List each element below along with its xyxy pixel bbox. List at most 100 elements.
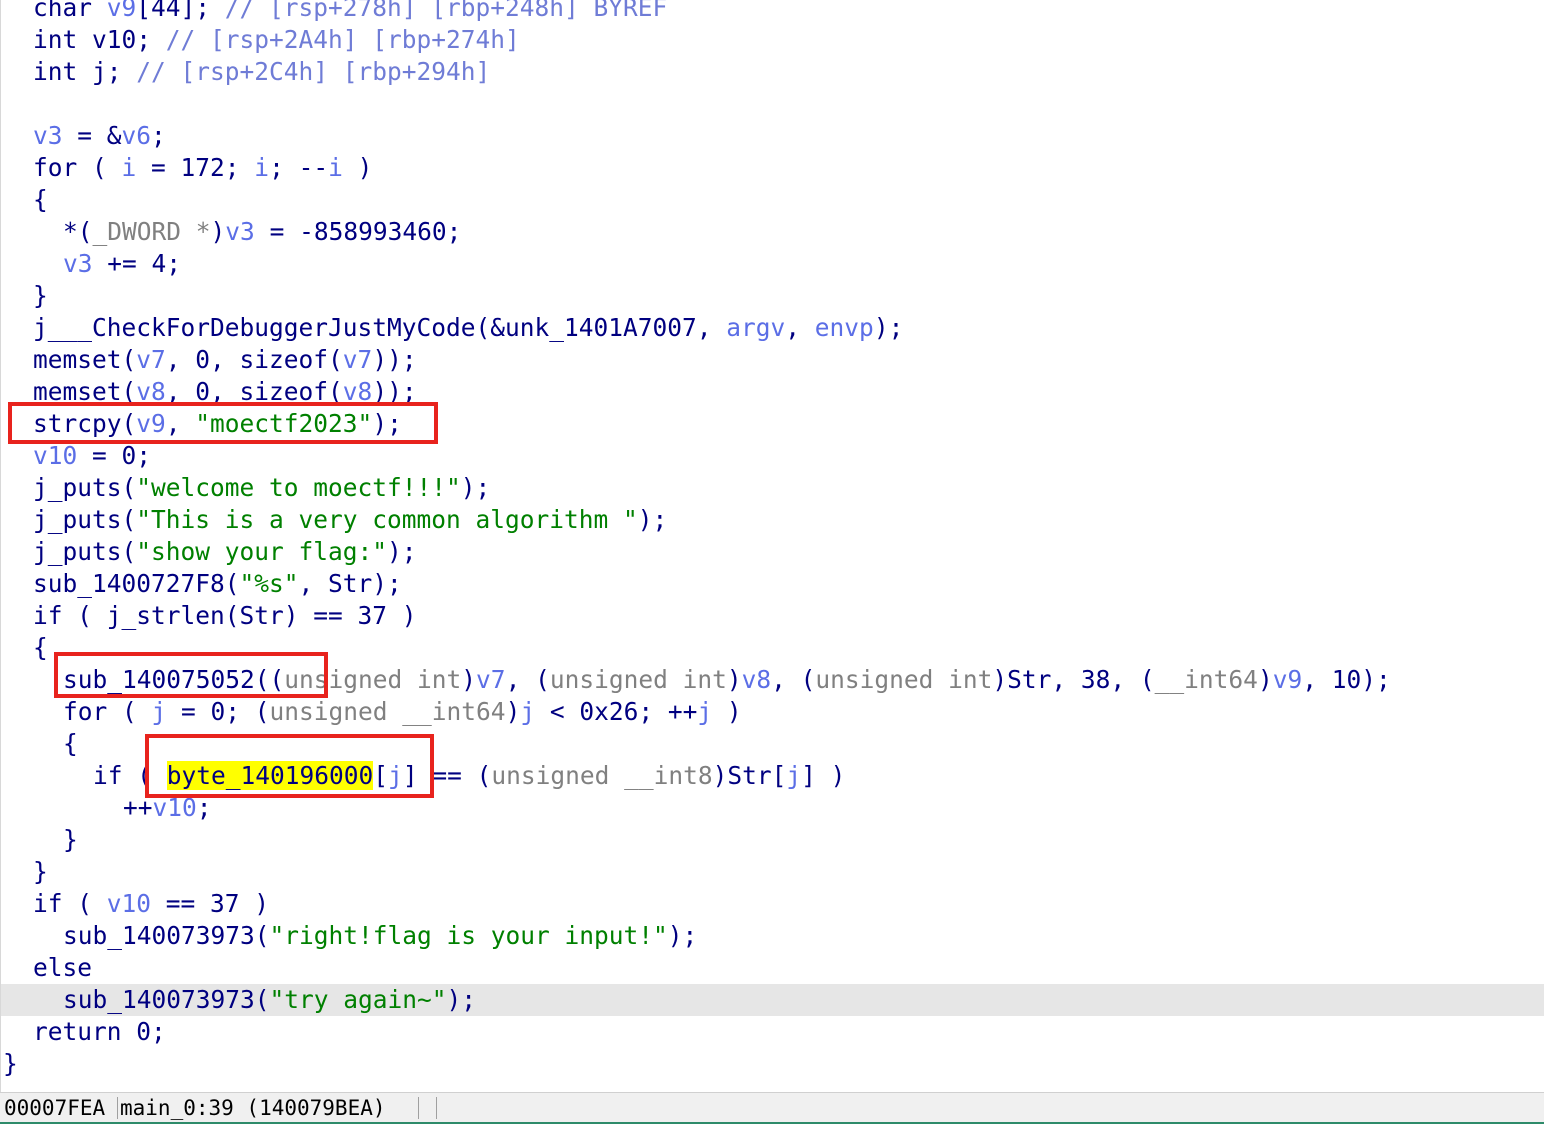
code-line[interactable]: v3 += 4;: [1, 248, 1544, 280]
code-token[interactable]: j: [786, 761, 801, 790]
code-line[interactable]: sub_140073973("right!flag is your input!…: [1, 920, 1544, 952]
code-token[interactable]: < 0x26; ++: [535, 697, 698, 726]
code-token[interactable]: ): [211, 217, 226, 246]
code-token[interactable]: v7: [476, 665, 506, 694]
code-token[interactable]: ,: [166, 409, 196, 438]
code-token[interactable]: j_puts(: [33, 537, 136, 566]
code-token[interactable]: = 0;: [77, 441, 151, 470]
code-token[interactable]: // [rsp+278h] [rbp+248h] BYREF: [225, 0, 668, 22]
code-token[interactable]: memset(: [33, 345, 136, 374]
code-token[interactable]: "try again~": [270, 985, 447, 1014]
code-token[interactable]: ;: [197, 793, 212, 822]
code-token[interactable]: ): [727, 665, 742, 694]
code-line[interactable]: }: [1, 856, 1544, 888]
code-token[interactable]: ] ): [801, 761, 845, 790]
code-token[interactable]: , 0, sizeof(: [166, 345, 343, 374]
code-token[interactable]: "This is a very common algorithm ": [136, 505, 638, 534]
code-token[interactable]: , (: [771, 665, 815, 694]
code-token[interactable]: for (: [63, 697, 152, 726]
code-line[interactable]: if ( j_strlen(Str) == 37 ): [1, 600, 1544, 632]
code-token[interactable]: ,: [785, 313, 815, 342]
code-line[interactable]: if ( v10 == 37 ): [1, 888, 1544, 920]
code-token[interactable]: if ( j_strlen(Str) == 37 ): [33, 601, 417, 630]
code-line[interactable]: memset(v7, 0, sizeof(v7));: [1, 344, 1544, 376]
code-line[interactable]: ++v10;: [1, 792, 1544, 824]
code-token[interactable]: j: [152, 697, 167, 726]
code-token[interactable]: ): [506, 697, 521, 726]
code-line[interactable]: j___CheckForDebuggerJustMyCode(&unk_1401…: [1, 312, 1544, 344]
code-token[interactable]: unsigned int: [550, 665, 727, 694]
code-line[interactable]: }: [1, 1048, 1544, 1080]
code-line[interactable]: return 0;: [1, 1016, 1544, 1048]
code-line[interactable]: }: [1, 280, 1544, 312]
code-token[interactable]: v7: [343, 345, 373, 374]
code-token[interactable]: ++: [123, 793, 153, 822]
code-token[interactable]: __int64: [1155, 665, 1258, 694]
code-token[interactable]: [44];: [136, 0, 225, 22]
code-line[interactable]: [1, 88, 1544, 120]
code-token[interactable]: v9: [1273, 665, 1303, 694]
code-token[interactable]: "right!flag is your input!": [270, 921, 668, 950]
code-token[interactable]: strcpy(: [33, 409, 136, 438]
code-token[interactable]: }: [33, 857, 48, 886]
code-token[interactable]: j: [388, 761, 403, 790]
code-token[interactable]: = &: [63, 121, 121, 150]
code-token[interactable]: sub_1400727F8(: [33, 569, 240, 598]
code-token[interactable]: j: [92, 57, 107, 86]
code-token[interactable]: );: [874, 313, 904, 342]
code-token[interactable]: }: [33, 281, 48, 310]
code-line[interactable]: v10 = 0;: [1, 440, 1544, 472]
code-token[interactable]: char: [33, 0, 107, 22]
code-token[interactable]: v10: [33, 441, 77, 470]
code-token[interactable]: j_puts(: [33, 473, 136, 502]
code-token[interactable]: *(: [63, 217, 93, 246]
code-token[interactable]: = 172;: [136, 153, 254, 182]
code-token[interactable]: j: [520, 697, 535, 726]
code-line[interactable]: memset(v8, 0, sizeof(v8));: [1, 376, 1544, 408]
code-token[interactable]: )Str[: [713, 761, 787, 790]
code-token[interactable]: ));: [372, 377, 416, 406]
code-token[interactable]: );: [668, 921, 698, 950]
code-token[interactable]: {: [33, 185, 48, 214]
code-token[interactable]: ): [343, 153, 373, 182]
code-token[interactable]: , (: [506, 665, 550, 694]
code-token[interactable]: unsigned __int64: [270, 697, 506, 726]
code-token[interactable]: sub_140075052((: [63, 665, 284, 694]
code-token[interactable]: v10: [153, 793, 197, 822]
code-token[interactable]: ;: [136, 25, 166, 54]
code-line[interactable]: sub_1400727F8("%s", Str);: [1, 568, 1544, 600]
code-token[interactable]: envp: [815, 313, 874, 342]
code-token[interactable]: );: [461, 473, 491, 502]
code-token[interactable]: argv: [726, 313, 785, 342]
code-line[interactable]: j_puts("welcome to moectf!!!");: [1, 472, 1544, 504]
code-line[interactable]: v3 = &v6;: [1, 120, 1544, 152]
code-token[interactable]: ): [712, 697, 742, 726]
code-token[interactable]: memset(: [33, 377, 136, 406]
code-line[interactable]: for ( i = 172; i; --i ): [1, 152, 1544, 184]
code-line[interactable]: }: [1, 824, 1544, 856]
code-token[interactable]: return 0;: [33, 1017, 166, 1046]
code-line-current[interactable]: sub_140073973("try again~");: [1, 984, 1544, 1016]
code-token[interactable]: j_puts(: [33, 505, 136, 534]
code-token[interactable]: v8: [343, 377, 373, 406]
code-token[interactable]: );: [638, 505, 668, 534]
code-line[interactable]: int v10; // [rsp+2A4h] [rbp+274h]: [1, 24, 1544, 56]
code-token[interactable]: }: [63, 825, 78, 854]
code-token[interactable]: unsigned __int8: [491, 761, 712, 790]
code-line[interactable]: sub_140075052((unsigned int)v7, (unsigne…: [1, 664, 1544, 696]
code-token[interactable]: ; --: [269, 153, 328, 182]
code-token[interactable]: "welcome to moectf!!!": [136, 473, 461, 502]
code-token[interactable]: if (: [93, 761, 167, 790]
code-token[interactable]: "show your flag:": [136, 537, 387, 566]
code-token[interactable]: v7: [136, 345, 166, 374]
code-token[interactable]: "moectf2023": [195, 409, 372, 438]
code-token[interactable]: {: [33, 633, 48, 662]
code-token[interactable]: v3: [63, 249, 93, 278]
code-token[interactable]: v3: [225, 217, 255, 246]
code-line[interactable]: {: [1, 184, 1544, 216]
code-token[interactable]: ));: [372, 345, 416, 374]
code-token[interactable]: , Str);: [299, 569, 402, 598]
code-token[interactable]: [: [373, 761, 388, 790]
code-token[interactable]: );: [387, 537, 417, 566]
code-line[interactable]: strcpy(v9, "moectf2023");: [1, 408, 1544, 440]
